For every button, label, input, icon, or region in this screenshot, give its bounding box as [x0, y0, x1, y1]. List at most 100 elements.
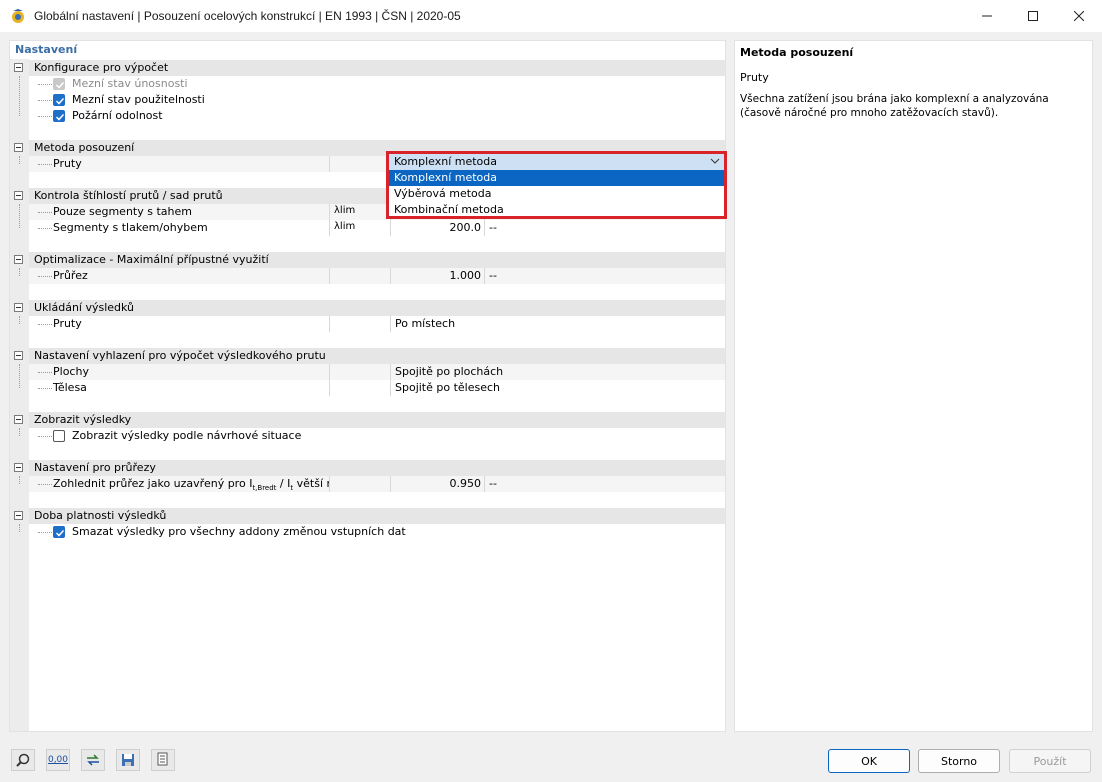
group-optimization[interactable]: Optimalizace - Maximální přípustné využi… — [14, 252, 725, 268]
tree-connector — [38, 84, 52, 85]
maximize-icon — [1028, 11, 1038, 21]
minimize-button[interactable] — [964, 0, 1010, 32]
collapse-toggle-icon[interactable] — [14, 463, 23, 472]
group-show-results[interactable]: Zobrazit výsledky — [14, 412, 725, 428]
decimal-icon: 0,00 — [47, 755, 69, 765]
value-cell[interactable]: Po místech — [390, 316, 724, 332]
value-cell[interactable]: Spojitě po plochách — [390, 364, 724, 380]
dropdown-option-selective[interactable]: Výběrová metoda — [389, 186, 724, 202]
collapse-toggle-icon[interactable] — [14, 191, 23, 200]
checkbox-label: Zobrazit výsledky podle návrhové situace — [72, 429, 302, 442]
value-cell[interactable]: 200.0 — [390, 220, 484, 236]
tree-connector — [19, 524, 20, 532]
row-label: Zohlednit průřez jako uzavřený pro It,Br… — [53, 477, 329, 493]
close-button[interactable] — [1056, 0, 1102, 32]
value-cell[interactable]: Spojitě po tělesech — [390, 380, 724, 396]
symbol-cell: λlim — [329, 204, 390, 220]
panel-header: Nastavení — [15, 43, 78, 56]
checkbox-row-sls[interactable]: Mezní stav použitelnosti — [29, 92, 725, 108]
collapse-toggle-icon[interactable] — [14, 511, 23, 520]
row-label: Pouze segmenty s tahem — [53, 205, 192, 218]
tree-connector — [38, 212, 52, 213]
tree-connector — [38, 228, 52, 229]
symbol-cell — [329, 316, 390, 332]
group-validity[interactable]: Doba platnosti výsledků — [14, 508, 725, 524]
row-label: Plochy — [53, 365, 89, 378]
save-defaults-button[interactable] — [116, 749, 140, 771]
group-saving[interactable]: Ukládání výsledků — [14, 300, 725, 316]
optimization-section-row[interactable]: Průřez 1.000 -- — [29, 268, 725, 284]
ok-button[interactable]: OK — [828, 749, 910, 773]
dropdown-option-complex[interactable]: Komplexní metoda — [389, 170, 724, 186]
dropdown-option-combination[interactable]: Kombinační metoda — [389, 202, 724, 218]
tree-connector — [38, 436, 52, 437]
checkbox-row-delete-results[interactable]: Smazat výsledky pro všechny addony změno… — [29, 524, 725, 540]
collapse-toggle-icon[interactable] — [14, 143, 23, 152]
checkbox-show-by-situation[interactable] — [53, 430, 65, 442]
checkbox-uls[interactable] — [53, 78, 65, 90]
cancel-button[interactable]: Storno — [918, 749, 1000, 773]
search-help-button[interactable] — [11, 749, 35, 771]
group-section-settings[interactable]: Nastavení pro průřezy — [14, 460, 725, 476]
group-label: Nastavení pro průřezy — [34, 461, 156, 474]
apply-button[interactable]: Použít — [1009, 749, 1091, 773]
saving-members-row[interactable]: Pruty Po místech — [29, 316, 725, 332]
smoothing-surfaces-row[interactable]: Plochy Spojitě po plochách — [29, 364, 725, 380]
tree-connector — [38, 324, 52, 325]
load-defaults-button[interactable] — [151, 749, 175, 771]
collapse-toggle-icon[interactable] — [14, 351, 23, 360]
group-label: Zobrazit výsledky — [34, 413, 132, 426]
group-label: Nastavení vyhlazení pro výpočet výsledko… — [34, 349, 326, 362]
tree-connector — [19, 156, 20, 164]
dropdown-selected-label: Komplexní metoda — [394, 155, 498, 168]
chevron-down-icon[interactable] — [710, 156, 720, 166]
section-closed-row[interactable]: Zohlednit průřez jako uzavřený pro It,Br… — [29, 476, 725, 492]
tree-connector — [38, 100, 52, 101]
slenderness-compression-row[interactable]: Segmenty s tlakem/ohybem λlim 200.0 -- — [29, 220, 725, 236]
check-icon — [55, 529, 65, 537]
app-icon — [12, 9, 24, 23]
check-icon — [55, 97, 65, 105]
row-label: Segmenty s tlakem/ohybem — [53, 221, 208, 234]
checkbox-label: Mezní stav únosnosti — [72, 77, 188, 90]
value-cell[interactable]: 1.000 — [390, 268, 484, 284]
check-icon — [55, 113, 65, 121]
checkbox-fire[interactable] — [53, 110, 65, 122]
units-button[interactable] — [81, 749, 105, 771]
row-label: Pruty — [53, 317, 82, 330]
checkbox-row-fire[interactable]: Požární odolnost — [29, 108, 725, 124]
method-dropdown-value[interactable]: Komplexní metoda — [389, 154, 724, 170]
minimize-icon — [982, 15, 992, 17]
smoothing-solids-row[interactable]: Tělesa Spojitě po tělesech — [29, 380, 725, 396]
bottom-toolbar: 0,00 — [11, 749, 175, 771]
decimal-places-button[interactable]: 0,00 — [46, 749, 70, 771]
row-label: Pruty — [53, 157, 82, 170]
check-icon — [55, 81, 65, 89]
collapse-toggle-icon[interactable] — [14, 63, 23, 72]
collapse-toggle-icon[interactable] — [14, 415, 23, 424]
tree-connector — [38, 388, 52, 389]
tree-connector — [38, 116, 52, 117]
checkbox-delete-results[interactable] — [53, 526, 65, 538]
checkbox-label: Mezní stav použitelnosti — [72, 93, 205, 106]
group-label: Konfigurace pro výpočet — [34, 61, 169, 74]
maximize-button[interactable] — [1010, 0, 1056, 32]
symbol-cell — [329, 380, 390, 396]
tree-connector — [19, 428, 20, 436]
search-icon — [16, 753, 30, 767]
checkbox-sls[interactable] — [53, 94, 65, 106]
group-smoothing[interactable]: Nastavení vyhlazení pro výpočet výsledko… — [14, 348, 725, 364]
group-config[interactable]: Konfigurace pro výpočet — [14, 60, 725, 76]
unit-cell: -- — [484, 476, 724, 492]
settings-tree-panel: Nastavení Konfigurace pro výpočet Mezní … — [9, 40, 726, 732]
collapse-toggle-icon[interactable] — [14, 255, 23, 264]
arrows-icon — [87, 754, 99, 766]
group-label: Doba platnosti výsledků — [34, 509, 167, 522]
method-dropdown[interactable]: Komplexní metoda Komplexní metoda Výběro… — [386, 151, 727, 219]
checkbox-row-uls[interactable]: Mezní stav únosnosti — [29, 76, 725, 92]
checkbox-row-show-by-situation[interactable]: Zobrazit výsledky podle návrhové situace — [29, 428, 725, 444]
collapse-toggle-icon[interactable] — [14, 303, 23, 312]
tree-connector — [38, 276, 52, 277]
value-cell[interactable]: 0.950 — [390, 476, 484, 492]
row-label: Tělesa — [53, 381, 87, 394]
